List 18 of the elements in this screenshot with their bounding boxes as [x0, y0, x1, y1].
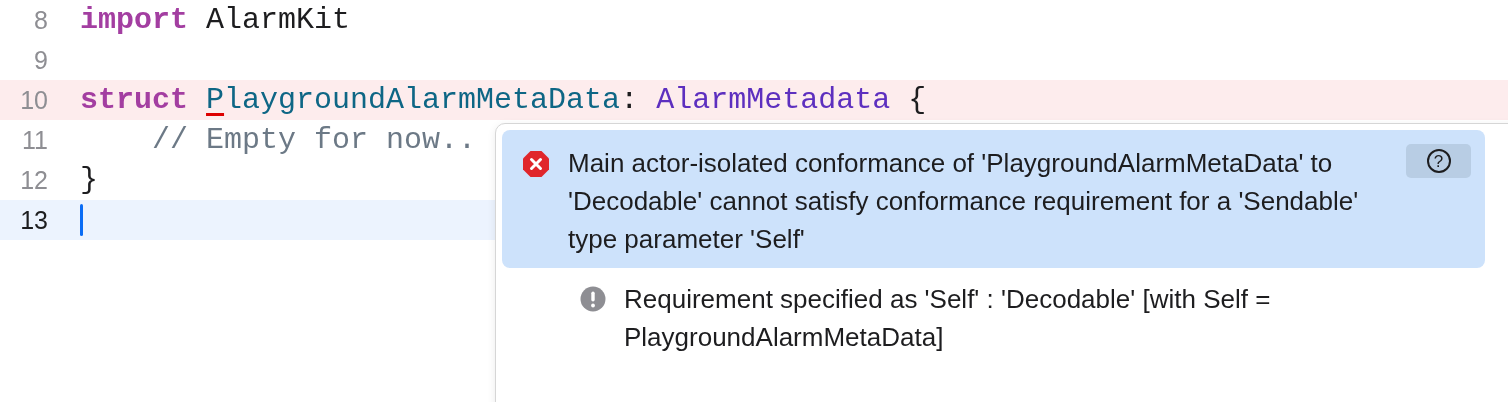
line-number: 8 — [33, 5, 48, 35]
line-number: 12 — [19, 165, 48, 195]
selected-issue[interactable]: Main actor-isolated conformance of 'PlaygroundAlarmMetaData' to 'Decodable' cannot satisfy conformance requirement for a 'Sendable' type parameter 'Self' ? — [502, 130, 1485, 268]
code-line: } — [80, 163, 98, 197]
issue-message: Main actor-isolated conformance of 'PlaygroundAlarmMetaData' to 'Decodable' cannot satisfy conformance requirement for a 'Sendable' type parameter 'Self' — [568, 147, 1360, 256]
error-icon — [522, 150, 550, 178]
line-number: 10 — [19, 85, 48, 115]
line-number: 9 — [33, 45, 48, 75]
line-number: 11 — [21, 125, 48, 155]
help-button[interactable]: ? — [1406, 144, 1471, 178]
code-line: // Empty for now.. — [151, 123, 477, 157]
code-line: struct PlaygroundAlarmMetaData: AlarmMetadata { — [80, 83, 927, 117]
issue-row[interactable]: Requirement specified as 'Self' : 'Decodable' [with Self = PlaygroundAlarmMetaData] — [502, 268, 1485, 368]
line-number: 13 — [19, 205, 48, 235]
text-cursor — [80, 204, 83, 236]
issue-message: Requirement specified as 'Self' : 'Decodable' [with Self = PlaygroundAlarmMetaData] — [624, 283, 1272, 354]
warning-icon — [580, 286, 606, 312]
code-line: import AlarmKit — [80, 3, 351, 37]
